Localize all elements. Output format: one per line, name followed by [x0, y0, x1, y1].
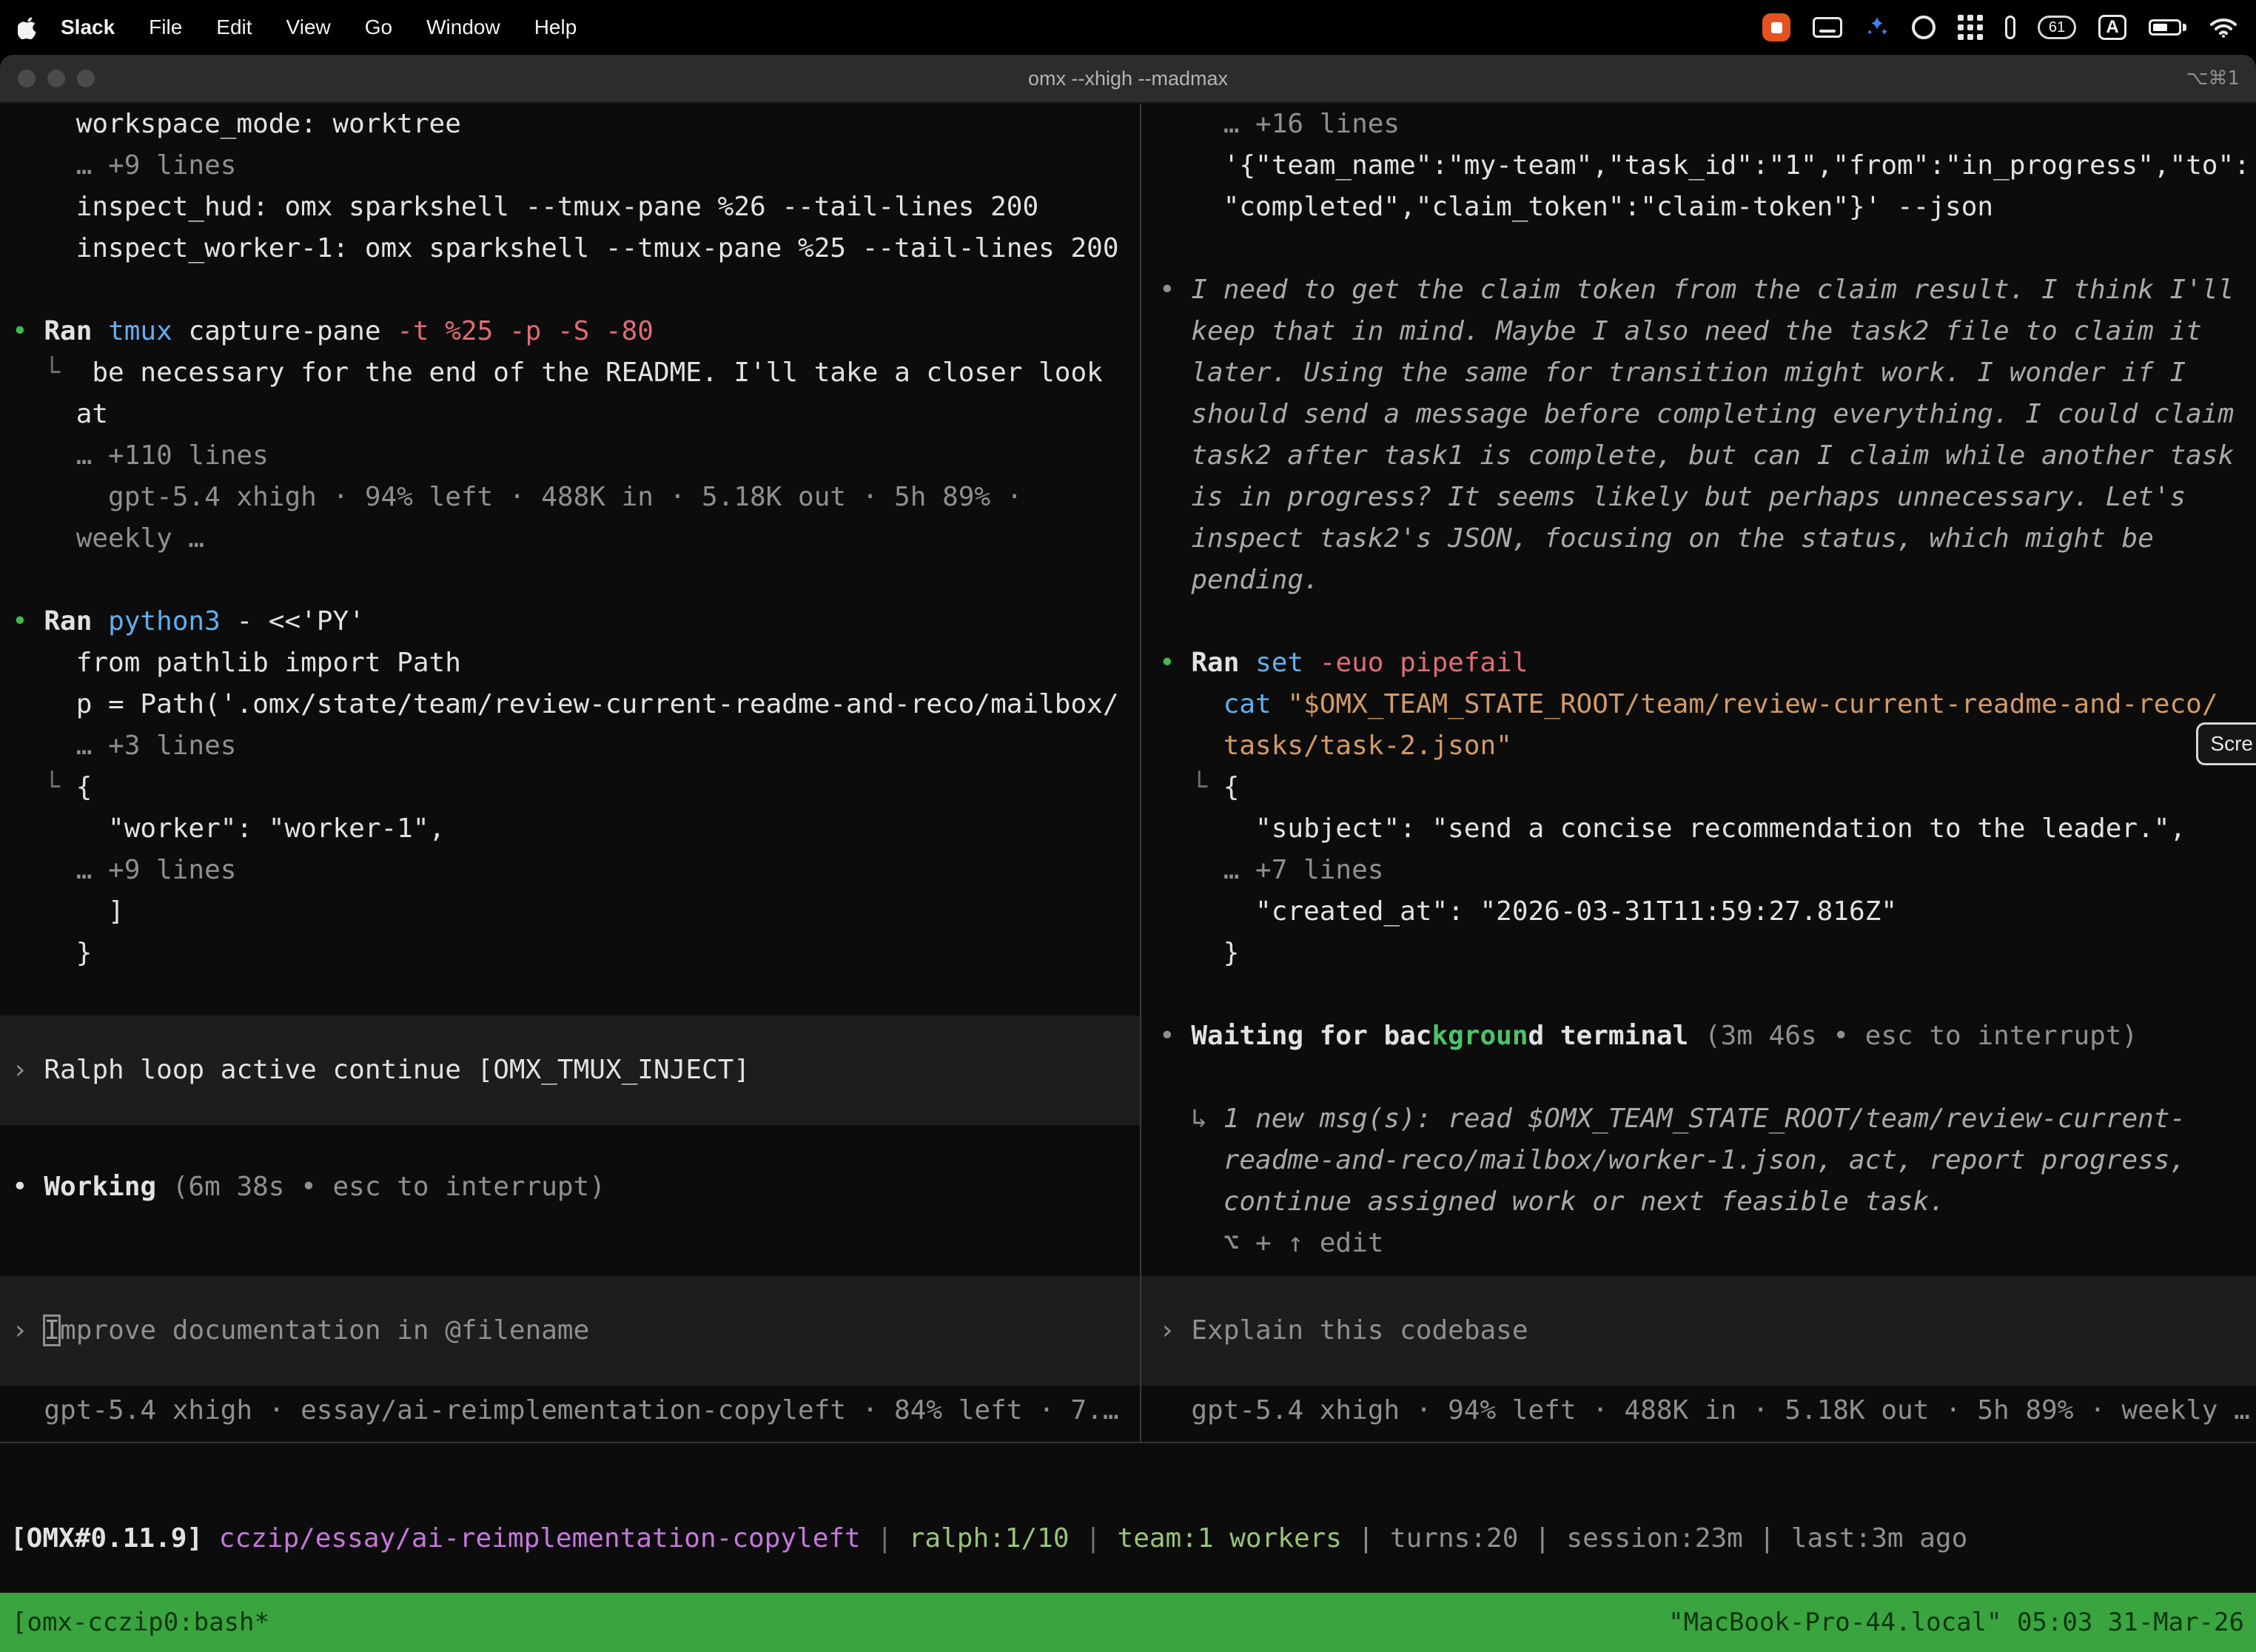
terminal-line: gpt-5.4 xhigh · essay/ai-reimplementatio…: [0, 1390, 1140, 1431]
traffic-lights: [18, 55, 95, 102]
terminal-line: inspect_worker-1: omx sparkshell --tmux-…: [0, 228, 1140, 269]
terminal-line: from pathlib import Path: [0, 642, 1140, 684]
blue-app-icon[interactable]: [1864, 15, 1890, 40]
menu-items: File Edit View Go Window Help: [149, 16, 577, 39]
input-source-icon[interactable]: A: [2098, 15, 2126, 40]
terminal-line: is in progress? It seems likely but perh…: [1141, 477, 2256, 518]
terminal-line: "worker": "worker-1",: [0, 808, 1140, 850]
terminal-line: workspace_mode: worktree: [0, 104, 1140, 145]
tmux-host-clock-label: "MacBook-Pro-44.local" 05:03 31-Mar-26: [1668, 1608, 2244, 1637]
omx-status-line: [OMX#0.11.9] cczip/essay/ai-reimplementa…: [10, 1523, 2246, 1554]
prompt-band[interactable]: › Explain this codebase: [1141, 1276, 2256, 1386]
terminal-line: [1141, 1057, 2256, 1098]
terminal-line: pending.: [1141, 560, 2256, 601]
terminal-line: [0, 1125, 1140, 1166]
terminal-line: • Ran set -euo pipefail: [1141, 642, 2256, 684]
terminal-line: • Ran tmux capture-pane -t %25 -p -S -80: [0, 311, 1140, 352]
terminal-line: … +3 lines: [0, 725, 1140, 767]
terminal-line: '{"team_name":"my-team","task_id":"1","f…: [1141, 145, 2256, 187]
terminal-line: [1141, 601, 2256, 642]
battery-icon[interactable]: [2149, 19, 2186, 36]
menu-bar: Slack File Edit View Go Window Help 61 A: [0, 0, 2256, 55]
menu-edit[interactable]: Edit: [216, 16, 252, 39]
menu-file[interactable]: File: [149, 16, 182, 39]
wifi-icon[interactable]: [2209, 16, 2238, 38]
tmux-panes: workspace_mode: worktree … +9 lines insp…: [0, 104, 2256, 1443]
menu-go[interactable]: Go: [365, 16, 392, 39]
terminal-line: • Waiting for background terminal (3m 46…: [1141, 1015, 2256, 1057]
terminal-line: gpt-5.4 xhigh · 94% left · 488K in · 5.1…: [0, 477, 1140, 518]
screen-notification-chip[interactable]: Scre: [2196, 722, 2256, 765]
menu-help[interactable]: Help: [534, 16, 577, 39]
circle-app-icon[interactable]: [1912, 16, 1936, 39]
close-button[interactable]: [18, 70, 36, 87]
terminal-line: └ be necessary for the end of the README…: [0, 352, 1140, 394]
terminal-line: at: [0, 394, 1140, 435]
terminal-line: [0, 269, 1140, 311]
zoom-button[interactable]: [77, 70, 95, 87]
terminal-line: keep that in mind. Maybe I also need the…: [1141, 311, 2256, 352]
terminal-line: readme-and-reco/mailbox/worker-1.json, a…: [1141, 1140, 2256, 1181]
terminal-line: weekly …: [0, 518, 1140, 560]
terminal-line: … +16 lines: [1141, 104, 2256, 145]
keyboard-icon[interactable]: [1813, 17, 1842, 38]
narrow-app-icon[interactable]: [2005, 16, 2015, 39]
terminal-line: p = Path('.omx/state/team/review-current…: [0, 684, 1140, 725]
terminal-line: }: [0, 933, 1140, 974]
terminal-line: "completed","claim_token":"claim-token"}…: [1141, 187, 2256, 228]
terminal-line: [0, 974, 1140, 1015]
terminal-line: later. Using the same for transition mig…: [1141, 352, 2256, 394]
tmux-session-label: [omx-cczip0:bash*: [12, 1608, 269, 1637]
terminal-line: • I need to get the claim token from the…: [1141, 269, 2256, 311]
prompt-band[interactable]: › Improve documentation in @filename: [0, 1276, 1140, 1386]
terminal-line: cat "$OMX_TEAM_STATE_ROOT/team/review-cu…: [1141, 684, 2256, 725]
terminal-line: • Ran python3 - <<'PY': [0, 601, 1140, 642]
right-terminal-pane[interactable]: … +16 lines '{"team_name":"my-team","tas…: [1140, 104, 2256, 1442]
terminal-line: continue assigned work or next feasible …: [1141, 1181, 2256, 1223]
battery-percent-badge[interactable]: 61: [2038, 16, 2076, 39]
terminal-line: task2 after task1 is complete, but can I…: [1141, 435, 2256, 477]
app-grid-icon[interactable]: [1958, 15, 1983, 40]
left-terminal-pane[interactable]: workspace_mode: worktree … +9 lines insp…: [0, 104, 1140, 1442]
terminal-line: [1141, 974, 2256, 1015]
terminal-line: ]: [0, 891, 1140, 933]
terminal-line: └ {: [1141, 767, 2256, 808]
window-title-bar[interactable]: omx --xhigh --madmax ⌥⌘1: [0, 55, 2256, 104]
active-app-name[interactable]: Slack: [61, 16, 115, 39]
terminal-line: … +9 lines: [0, 850, 1140, 891]
apple-menu-icon[interactable]: [18, 16, 38, 39]
menu-bar-status-icons: 61 A: [1762, 13, 2238, 41]
terminal-line: ↳ 1 new msg(s): read $OMX_TEAM_STATE_ROO…: [1141, 1098, 2256, 1140]
terminal-line: • Working (6m 38s • esc to interrupt): [0, 1166, 1140, 1208]
terminal-line: … +110 lines: [0, 435, 1140, 477]
window-shortcut-hint: ⌥⌘1: [2186, 67, 2240, 90]
screen-notification-text: Scre: [2210, 732, 2253, 756]
screen-recording-stop-icon[interactable]: [1762, 13, 1790, 41]
window-title: omx --xhigh --madmax: [1028, 67, 1228, 90]
terminal-line: … +9 lines: [0, 145, 1140, 187]
terminal-line: [0, 560, 1140, 601]
menu-window[interactable]: Window: [426, 16, 500, 39]
terminal-line: "subject": "send a concise recommendatio…: [1141, 808, 2256, 850]
terminal-line: should send a message before completing …: [1141, 394, 2256, 435]
tmux-status-bar: [omx-cczip0:bash* "MacBook-Pro-44.local"…: [0, 1593, 2256, 1652]
terminal-window: omx --xhigh --madmax ⌥⌘1 workspace_mode:…: [0, 55, 2256, 1652]
omx-status-block: [OMX#0.11.9] cczip/essay/ai-reimplementa…: [0, 1443, 2256, 1593]
prompt-band[interactable]: › Ralph loop active continue [OMX_TMUX_I…: [0, 1015, 1140, 1125]
terminal-line: "created_at": "2026-03-31T11:59:27.816Z": [1141, 891, 2256, 933]
terminal-line: └ {: [0, 767, 1140, 808]
terminal-line: ⌥ + ↑ edit: [1141, 1223, 2256, 1264]
terminal-line: gpt-5.4 xhigh · 94% left · 488K in · 5.1…: [1141, 1390, 2256, 1431]
terminal-line: tasks/task-2.json": [1141, 725, 2256, 767]
terminal-line: inspect task2's JSON, focusing on the st…: [1141, 518, 2256, 560]
terminal-line: }: [1141, 933, 2256, 974]
terminal-line: inspect_hud: omx sparkshell --tmux-pane …: [0, 187, 1140, 228]
minimize-button[interactable]: [47, 70, 65, 87]
terminal-line: … +7 lines: [1141, 850, 2256, 891]
terminal-line: [1141, 228, 2256, 269]
menu-view[interactable]: View: [286, 16, 331, 39]
